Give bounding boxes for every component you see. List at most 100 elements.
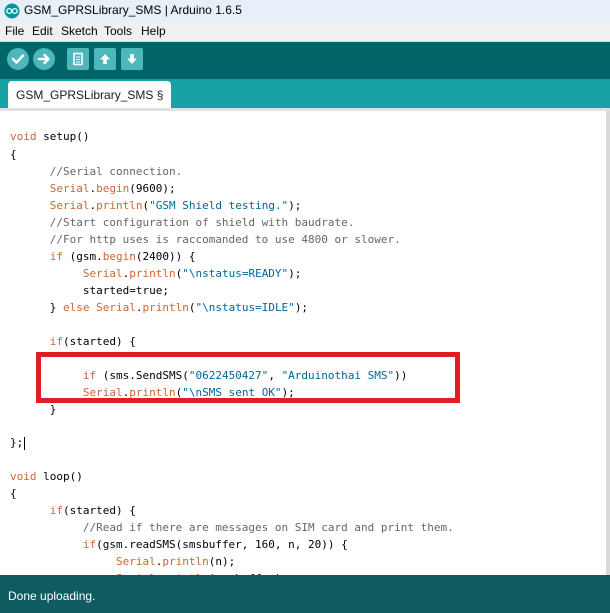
code-token: println <box>129 267 176 280</box>
code-token: void <box>10 130 37 143</box>
code-token: (n); <box>208 555 236 568</box>
code-line: Serial.println("\nstatus=READY"); <box>10 265 302 282</box>
code-token: (2400)) { <box>135 250 196 263</box>
new-sketch-button[interactable] <box>67 48 89 70</box>
arduino-logo-icon <box>4 3 20 19</box>
code-token: "\nstatus=READY" <box>182 267 289 280</box>
code-token: } <box>10 301 63 314</box>
code-token: "\nSMS sent OK" <box>182 386 282 399</box>
code-line: //For http uses is raccomanded to use 48… <box>10 231 401 248</box>
code-token: "0622450427" <box>188 369 269 382</box>
menu-file[interactable]: File <box>5 24 24 38</box>
code-token: if <box>82 369 97 382</box>
code-token: (gsm. <box>63 250 103 263</box>
code-token: ); <box>288 267 302 280</box>
title-bar: GSM_GPRSLibrary_SMS | Arduino 1.6.5 <box>0 0 610 23</box>
code-line: //Serial connection. <box>10 163 182 180</box>
code-token: println <box>129 386 176 399</box>
code-token: started=true; <box>10 284 169 297</box>
code-line: Serial.println("GSM Shield testing."); <box>10 197 302 214</box>
code-token: (started) { <box>63 504 136 517</box>
code-token: //Serial connection. <box>49 165 183 178</box>
code-token: ); <box>288 199 302 212</box>
menu-bar: File Edit Sketch Tools Help <box>0 22 610 42</box>
code-token: println <box>96 199 143 212</box>
code-token: Serial <box>115 555 156 568</box>
code-line: if(started) { <box>10 502 136 519</box>
code-token: { <box>10 487 17 500</box>
code-token: if <box>82 538 97 551</box>
code-token: (9600); <box>129 182 176 195</box>
code-token: //Read if there are messages on SIM card… <box>82 521 454 534</box>
code-token: Serial <box>49 182 90 195</box>
save-icon <box>127 54 137 64</box>
verify-button[interactable] <box>7 48 29 70</box>
code-line: { <box>10 146 17 163</box>
new-icon <box>73 52 83 66</box>
menu-sketch[interactable]: Sketch <box>61 24 98 38</box>
code-line: Serial.println("\nSMS sent OK"); <box>10 384 295 401</box>
code-token: else <box>62 301 90 314</box>
menu-edit[interactable]: Edit <box>32 24 53 38</box>
code-token: { <box>10 148 17 161</box>
upload-icon <box>37 53 50 65</box>
code-token: begin <box>96 182 130 195</box>
code-token: "\nstatus=IDLE" <box>195 301 295 314</box>
code-line: if (gsm.begin(2400)) { <box>10 248 196 265</box>
code-token: //Start configuration of shield with bau… <box>49 216 355 229</box>
editor-scrollbar[interactable] <box>606 111 610 575</box>
code-token: }; <box>10 436 24 449</box>
save-sketch-button[interactable] <box>121 48 143 70</box>
code-token: , <box>268 369 282 382</box>
code-token: loop() <box>36 470 83 483</box>
code-line: Serial.println(n); <box>10 553 235 570</box>
code-token: void <box>10 470 37 483</box>
code-token: begin <box>102 250 136 263</box>
code-token: Serial <box>82 386 123 399</box>
code-token: (started) { <box>63 335 136 348</box>
code-token: //For http uses is raccomanded to use 48… <box>49 233 401 246</box>
code-line: started=true; <box>10 282 169 299</box>
code-token: (sms.SendSMS( <box>96 369 189 382</box>
code-token: if <box>49 335 63 348</box>
open-sketch-button[interactable] <box>94 48 116 70</box>
tab-gsm-sketch[interactable]: GSM_GPRSLibrary_SMS § <box>8 81 172 108</box>
code-line: //Start configuration of shield with bau… <box>10 214 355 231</box>
code-line: if (sms.SendSMS("0622450427", "Arduinoth… <box>10 367 408 384</box>
code-line: }; <box>10 434 26 451</box>
code-token: )) <box>394 369 408 382</box>
code-token: setup() <box>36 130 90 143</box>
code-line: } else Serial.println("\nstatus=IDLE"); <box>10 299 308 316</box>
code-token: Serial <box>96 301 136 314</box>
menu-tools[interactable]: Tools <box>104 24 132 38</box>
verify-icon <box>11 54 25 64</box>
tab-strip: GSM_GPRSLibrary_SMS § <box>0 79 610 108</box>
code-line: if(gsm.readSMS(smsbuffer, 160, n, 20)) { <box>10 536 348 553</box>
code-token: } <box>10 403 57 416</box>
code-line: //Read if there are messages on SIM card… <box>10 519 454 536</box>
toolbar <box>0 42 610 79</box>
tab-label: GSM_GPRSLibrary_SMS § <box>16 87 164 102</box>
code-token: println <box>142 301 189 314</box>
code-line: { <box>10 485 17 502</box>
code-token: if <box>49 504 63 517</box>
code-token: "GSM Shield testing." <box>149 199 289 212</box>
code-line: Serial.begin(9600); <box>10 180 176 197</box>
code-editor[interactable]: void setup() { //Serial connection. Seria… <box>0 111 606 575</box>
status-bar: Done uploading. <box>0 575 610 613</box>
code-token: if <box>49 250 63 263</box>
text-cursor <box>24 436 26 450</box>
menu-help[interactable]: Help <box>141 24 166 38</box>
code-token: ); <box>294 301 309 314</box>
upload-button[interactable] <box>33 48 55 70</box>
